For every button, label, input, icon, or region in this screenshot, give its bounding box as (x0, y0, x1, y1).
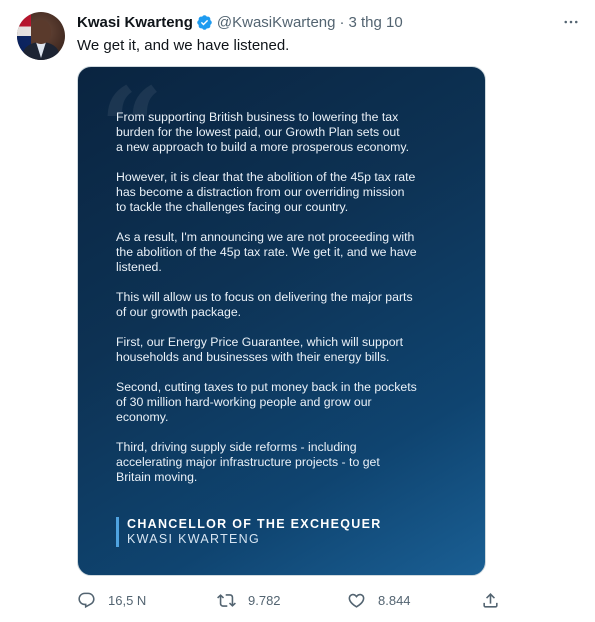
statement-paragraph: As a result, I'm announcing we are not p… (116, 230, 417, 274)
reply-icon (78, 592, 95, 608)
more-options-button[interactable] (561, 12, 581, 32)
share-button[interactable] (481, 589, 500, 611)
signature-title: CHANCELLOR OF THE EXCHEQUER (127, 517, 382, 531)
statement-text: From supporting British business to lowe… (116, 110, 461, 500)
tweet-timestamp[interactable]: 3 thg 10 (348, 14, 402, 31)
signature-name: KWASI KWARTENG (127, 532, 261, 546)
reply-count: 16,5 N (108, 592, 147, 608)
tweet[interactable]: Kwasi Kwarteng @KwasiKwarteng · 3 thg 10… (0, 0, 595, 622)
tweet-header: Kwasi Kwarteng @KwasiKwarteng · 3 thg 10 (77, 12, 403, 32)
avatar-face (31, 20, 51, 44)
share-icon (483, 592, 498, 608)
statement-paragraph: However, it is clear that the abolition … (116, 170, 416, 214)
reply-button[interactable]: 16,5 N (77, 589, 146, 611)
tweet-actions: 16,5 N 9.782 8.844 (77, 589, 500, 611)
more-icon (564, 20, 578, 24)
heart-icon (348, 593, 365, 608)
statement-paragraph: Third, driving supply side reforms - inc… (116, 440, 380, 484)
avatar[interactable] (17, 12, 65, 60)
statement-paragraph: From supporting British business to lowe… (116, 110, 410, 154)
verified-badge-icon (197, 14, 212, 30)
signature-block: CHANCELLOR OF THE EXCHEQUER KWASI KWARTE… (116, 517, 382, 547)
retweet-icon (217, 593, 236, 607)
author-handle[interactable]: @KwasiKwarteng (217, 14, 336, 31)
like-count: 8.844 (378, 592, 411, 608)
statement-paragraph: Second, cutting taxes to put money back … (116, 380, 417, 424)
like-button[interactable]: 8.844 (347, 589, 411, 611)
retweet-count: 9.782 (248, 592, 281, 608)
tweet-text: We get it, and we have listened. (77, 37, 290, 54)
statement-paragraph: First, our Energy Price Guarantee, which… (116, 335, 404, 364)
author-name[interactable]: Kwasi Kwarteng (77, 14, 193, 31)
retweet-button[interactable]: 9.782 (217, 589, 281, 611)
tweet-image[interactable]: “ From supporting British business to lo… (77, 66, 486, 576)
separator-dot: · (339, 13, 345, 31)
statement-paragraph: This will allow us to focus on deliverin… (116, 290, 413, 319)
